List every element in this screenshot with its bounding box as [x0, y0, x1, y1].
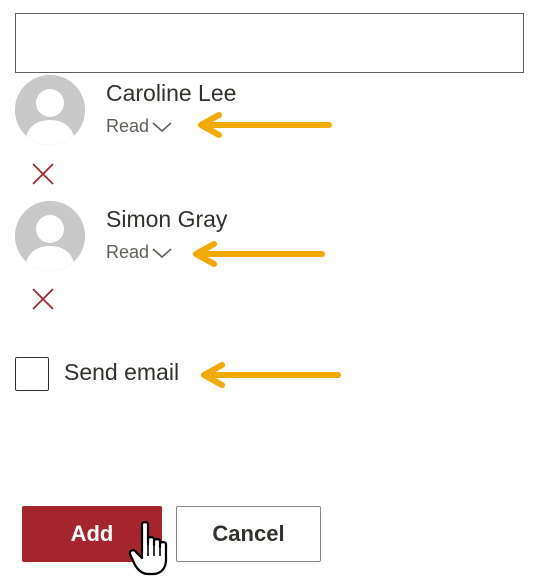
send-email-checkbox[interactable]: [15, 357, 49, 391]
permission-label: Read: [106, 116, 150, 136]
chevron-down-icon: [151, 120, 173, 134]
person-name-simon-gray: Simon Gray: [106, 206, 228, 232]
remove-simon-gray-button[interactable]: [31, 287, 55, 311]
cancel-button[interactable]: Cancel: [176, 506, 321, 562]
close-icon: [32, 163, 54, 185]
hand-pointer-icon: [128, 520, 172, 578]
annotation-arrow-icon: [196, 362, 346, 390]
person-name-caroline-lee: Caroline Lee: [106, 80, 237, 106]
close-icon: [32, 288, 54, 310]
send-email-label: Send email: [64, 359, 180, 385]
chevron-down-icon: [151, 246, 173, 260]
remove-caroline-lee-button[interactable]: [31, 162, 55, 186]
avatar-caroline-lee: [15, 75, 85, 145]
annotation-arrow-icon: [188, 241, 328, 269]
permission-dropdown-caroline-lee[interactable]: Read: [106, 116, 173, 137]
people-picker-input[interactable]: [15, 13, 524, 73]
person-silhouette-icon: [15, 201, 85, 271]
permission-dropdown-simon-gray[interactable]: Read: [106, 242, 173, 263]
person-silhouette-icon: [15, 75, 85, 145]
avatar-simon-gray: [15, 201, 85, 271]
annotation-arrow-icon: [193, 112, 333, 140]
permission-label: Read: [106, 242, 150, 262]
